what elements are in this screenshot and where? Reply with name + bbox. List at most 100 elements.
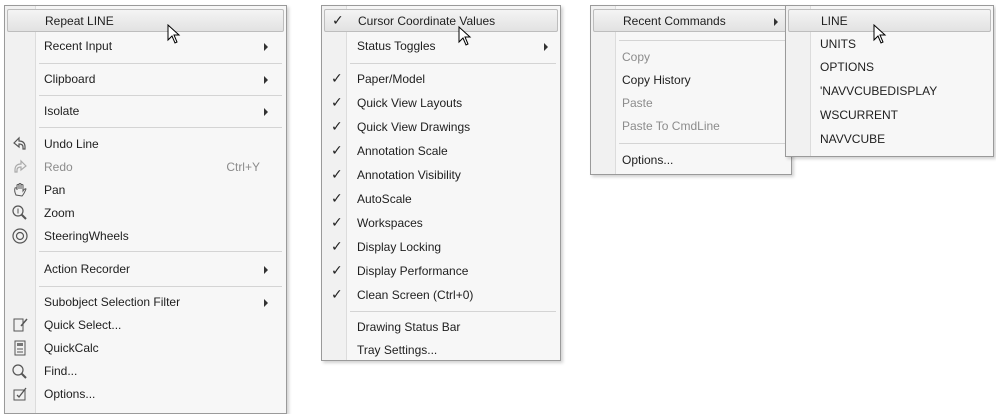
menu-item-label: Recent Commands — [623, 14, 726, 28]
recent-command-navvcube[interactable]: NAVVCUBE — [788, 128, 991, 151]
menu-item-undo-line[interactable]: Undo Line — [7, 133, 284, 156]
menu-item-label: Paste To CmdLine — [622, 119, 720, 133]
menu-item-cursor-coordinate-values[interactable]: ✓ Cursor Coordinate Values — [324, 9, 558, 32]
menu-item-display-performance[interactable]: ✓ Display Performance — [324, 260, 558, 283]
menu-item-label: Cursor Coordinate Values — [358, 14, 496, 28]
menu-item-zoom[interactable]: Zoom — [7, 202, 284, 225]
menu-item-tray-settings[interactable]: Tray Settings... — [324, 339, 558, 362]
menu-item-quick-view-drawings[interactable]: ✓ Quick View Drawings — [324, 116, 558, 139]
menu-item-label: Clean Screen (Ctrl+0) — [357, 288, 474, 302]
submenu-arrow-icon — [264, 299, 268, 307]
menu-item-label: Undo Line — [44, 137, 99, 151]
menu-item-find[interactable]: Find... — [7, 360, 284, 383]
menu-item-paste-to-cmdline[interactable]: Paste To CmdLine — [593, 115, 789, 138]
menu-item-quickcalc[interactable]: QuickCalc — [7, 337, 284, 360]
menu-item-autoscale[interactable]: ✓ AutoScale — [324, 188, 558, 211]
recent-command-options[interactable]: OPTIONS — [788, 56, 991, 79]
recent-command-navvcubedisplay[interactable]: 'NAVVCUBEDISPLAY — [788, 80, 991, 103]
menu-item-display-locking[interactable]: ✓ Display Locking — [324, 236, 558, 259]
check-icon: ✓ — [331, 94, 343, 110]
submenu-arrow-icon — [774, 18, 778, 26]
calculator-icon — [14, 340, 26, 356]
menu-item-label: Annotation Visibility — [357, 168, 461, 182]
steeringwheels-icon — [12, 228, 28, 244]
menu-item-subobject-selection-filter[interactable]: Subobject Selection Filter — [7, 291, 284, 314]
menu-separator — [39, 95, 282, 96]
menu-item-label: AutoScale — [357, 192, 412, 206]
menu-item-annotation-visibility[interactable]: ✓ Annotation Visibility — [324, 164, 558, 187]
submenu-arrow-icon — [264, 76, 268, 84]
menu-item-annotation-scale[interactable]: ✓ Annotation Scale — [324, 140, 558, 163]
submenu-arrow-icon — [264, 108, 268, 116]
undo-icon — [13, 136, 26, 150]
context-menu-status-bar: ✓ Cursor Coordinate Values Status Toggle… — [321, 5, 561, 361]
submenu-arrow-icon — [544, 43, 548, 51]
menu-item-action-recorder[interactable]: Action Recorder — [7, 258, 284, 281]
menu-item-label: Options... — [44, 387, 96, 401]
menu-separator — [39, 63, 282, 64]
menu-separator — [619, 143, 787, 144]
menu-item-steeringwheels[interactable]: SteeringWheels — [7, 225, 284, 248]
menu-item-paper-model[interactable]: ✓ Paper/Model — [324, 68, 558, 91]
menu-item-label: LINE — [821, 14, 848, 28]
mouse-pointer-icon — [458, 26, 472, 46]
menu-item-copy-history[interactable]: Copy History — [593, 69, 789, 92]
check-icon: ✓ — [331, 190, 343, 206]
menu-item-label: NAVVCUBE — [820, 132, 886, 146]
menu-separator — [350, 311, 556, 312]
check-icon: ✓ — [331, 262, 343, 278]
menu-separator — [39, 251, 282, 252]
menu-item-quick-select[interactable]: Quick Select... — [7, 314, 284, 337]
menu-item-repeat-line[interactable]: Repeat LINE — [7, 9, 284, 32]
menu-item-label: SteeringWheels — [44, 229, 129, 243]
menu-item-clipboard[interactable]: Clipboard — [7, 68, 284, 91]
menu-item-recent-input[interactable]: Recent Input — [7, 35, 284, 58]
mouse-pointer-icon — [873, 24, 887, 44]
menu-item-label: Paste — [622, 96, 653, 110]
menu-item-status-toggles[interactable]: Status Toggles — [324, 35, 558, 58]
check-icon: ✓ — [331, 214, 343, 230]
menu-item-redo[interactable]: Redo Ctrl+Y — [7, 156, 284, 179]
check-icon: ✓ — [331, 166, 343, 182]
menu-item-label: Pan — [44, 183, 66, 197]
menu-item-label: Quick Select... — [44, 318, 122, 332]
menu-item-drawing-status-bar[interactable]: Drawing Status Bar — [324, 316, 558, 339]
menu-item-label: Clipboard — [44, 72, 96, 86]
recent-command-line[interactable]: LINE — [788, 9, 991, 32]
recent-command-units[interactable]: UNITS — [788, 33, 991, 56]
menu-item-recent-commands[interactable]: Recent Commands — [593, 9, 789, 32]
check-icon: ✓ — [331, 286, 343, 302]
menu-item-paste[interactable]: Paste — [593, 92, 789, 115]
menu-item-copy[interactable]: Copy — [593, 46, 789, 69]
menu-item-workspaces[interactable]: ✓ Workspaces — [324, 212, 558, 235]
menu-item-label: UNITS — [820, 37, 856, 51]
menu-item-label: Drawing Status Bar — [357, 320, 461, 334]
menu-item-label: Display Performance — [357, 264, 469, 278]
menu-item-label: Find... — [44, 364, 78, 378]
menu-item-label: Quick View Drawings — [357, 120, 471, 134]
menu-item-label: Tray Settings... — [357, 343, 438, 357]
quick-select-icon — [13, 318, 28, 332]
check-icon: ✓ — [331, 238, 343, 254]
menu-item-label: OPTIONS — [820, 60, 875, 74]
menu-item-options[interactable]: Options... — [7, 383, 284, 406]
mouse-pointer-icon — [167, 24, 181, 44]
menu-item-label: Paper/Model — [357, 72, 426, 86]
check-icon: ✓ — [331, 118, 343, 134]
menu-item-quick-view-layouts[interactable]: ✓ Quick View Layouts — [324, 92, 558, 115]
menu-item-options[interactable]: Options... — [593, 149, 789, 172]
menu-item-clean-screen[interactable]: ✓ Clean Screen (Ctrl+0) — [324, 284, 558, 307]
menu-separator — [39, 127, 282, 128]
zoom-icon — [12, 205, 27, 220]
menu-item-label: Options... — [622, 153, 674, 167]
menu-item-label: Quick View Layouts — [357, 96, 463, 110]
check-icon: ✓ — [331, 70, 343, 86]
menu-item-label: WSCURRENT — [820, 108, 898, 122]
pan-icon — [14, 183, 27, 197]
recent-command-wscurrent[interactable]: WSCURRENT — [788, 104, 991, 127]
menu-separator — [619, 40, 787, 41]
menu-item-pan[interactable]: Pan — [7, 179, 284, 202]
menu-item-label: Display Locking — [357, 240, 442, 254]
menu-item-label: Copy History — [622, 73, 691, 87]
menu-item-isolate[interactable]: Isolate — [7, 100, 284, 123]
